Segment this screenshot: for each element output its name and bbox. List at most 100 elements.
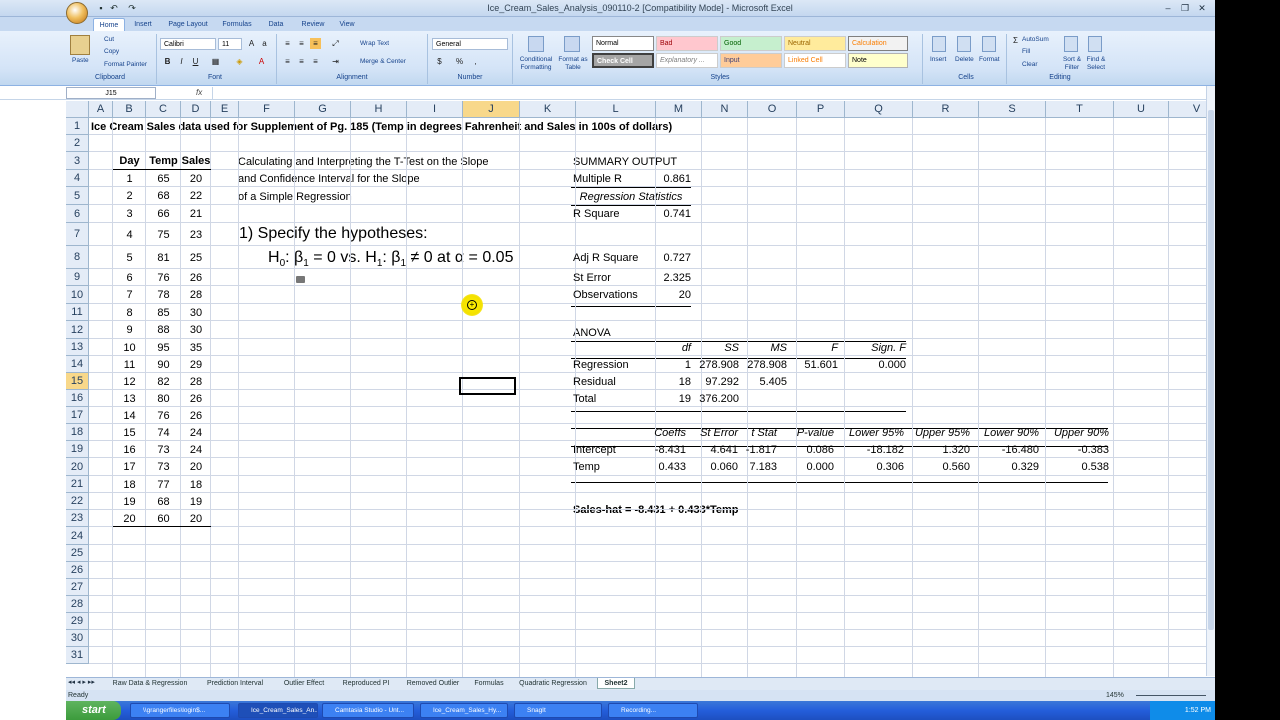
row-header-14[interactable]: 14: [66, 356, 89, 373]
align-left-icon[interactable]: ≡: [282, 56, 293, 67]
tab-formulas[interactable]: Formulas: [218, 18, 256, 31]
conditional-formatting-icon[interactable]: [528, 36, 544, 52]
row-header-5[interactable]: 5: [66, 187, 89, 205]
taskbar-item[interactable]: Ice_Cream_Sales_An...: [238, 703, 318, 718]
style-good[interactable]: Good: [720, 36, 782, 51]
row-header-27[interactable]: 27: [66, 579, 89, 596]
row-header-9[interactable]: 9: [66, 269, 89, 286]
row-header-3[interactable]: 3: [66, 152, 89, 170]
column-header-i[interactable]: I: [407, 101, 463, 118]
sheet-tab-prediction-interval[interactable]: Prediction Interval: [199, 678, 271, 689]
row-header-1[interactable]: 1: [66, 118, 89, 135]
comma-icon[interactable]: ,: [470, 56, 481, 67]
align-middle-icon[interactable]: ≡: [296, 38, 307, 49]
italic-icon[interactable]: I: [176, 56, 187, 67]
row-header-22[interactable]: 22: [66, 493, 89, 510]
close-icon[interactable]: ✕: [1194, 2, 1210, 15]
column-header-r[interactable]: R: [913, 101, 979, 118]
column-header-a[interactable]: A: [89, 101, 113, 118]
row-header-2[interactable]: 2: [66, 135, 89, 152]
column-header-l[interactable]: L: [576, 101, 656, 118]
fill-color-icon[interactable]: ◈: [234, 56, 245, 67]
insert-cells-icon[interactable]: [932, 36, 946, 52]
wrap-text-button[interactable]: Wrap Text: [360, 40, 389, 48]
delete-cells-icon[interactable]: [957, 36, 971, 52]
grow-font-icon[interactable]: A: [246, 38, 257, 49]
clear-button[interactable]: Clear: [1022, 61, 1038, 69]
insert-cells-button[interactable]: Insert: [930, 56, 946, 64]
tab-review[interactable]: Review: [297, 18, 329, 31]
row-header-23[interactable]: 23: [66, 510, 89, 527]
tab-home[interactable]: Home: [93, 18, 125, 31]
tab-insert[interactable]: Insert: [128, 18, 158, 31]
find-select-icon[interactable]: [1088, 36, 1102, 52]
column-header-c[interactable]: C: [146, 101, 181, 118]
row-header-30[interactable]: 30: [66, 630, 89, 647]
column-header-s[interactable]: S: [979, 101, 1046, 118]
redo-icon[interactable]: ↷: [126, 2, 138, 14]
name-box[interactable]: J15: [66, 87, 156, 99]
sheet-tab-removed-outlier[interactable]: Removed Outlier: [401, 678, 465, 689]
font-size-select[interactable]: 11: [218, 38, 242, 50]
style-input[interactable]: Input: [720, 53, 782, 68]
column-header-v[interactable]: V: [1169, 101, 1206, 118]
row-header-29[interactable]: 29: [66, 613, 89, 630]
format-cells-icon[interactable]: [982, 36, 996, 52]
format-as-table-button[interactable]: Format as Table: [556, 56, 590, 72]
row-header-10[interactable]: 10: [66, 286, 89, 304]
column-header-m[interactable]: M: [656, 101, 702, 118]
sheet-tab-raw-data-regression[interactable]: Raw Data & Regression: [107, 678, 193, 689]
restore-icon[interactable]: ❐: [1177, 2, 1193, 15]
sheet-tab-formulas[interactable]: Formulas: [470, 678, 508, 689]
column-header-n[interactable]: N: [702, 101, 748, 118]
style-linked-cell[interactable]: Linked Cell: [784, 53, 846, 68]
row-header-12[interactable]: 12: [66, 321, 89, 339]
orientation-icon[interactable]: ⤢: [330, 38, 341, 49]
row-header-24[interactable]: 24: [66, 527, 89, 545]
paste-button[interactable]: Paste: [72, 57, 89, 65]
align-bottom-icon[interactable]: ≡: [310, 38, 321, 49]
row-header-4[interactable]: 4: [66, 170, 89, 187]
style-normal[interactable]: Normal: [592, 36, 654, 51]
sort-filter-icon[interactable]: [1064, 36, 1078, 52]
tab-view[interactable]: View: [334, 18, 360, 31]
conditional-formatting-button[interactable]: Conditional Formatting: [516, 56, 556, 72]
tab-page-layout[interactable]: Page Layout: [163, 18, 213, 31]
sheet-tab-sheet2[interactable]: Sheet2: [597, 678, 635, 689]
taskbar-item[interactable]: SnagIt: [514, 703, 602, 718]
font-name-select[interactable]: Calibri: [160, 38, 216, 50]
start-button[interactable]: start: [66, 701, 121, 720]
row-header-25[interactable]: 25: [66, 545, 89, 562]
border-icon[interactable]: ▦: [210, 56, 221, 67]
copy-button[interactable]: Copy: [104, 48, 119, 56]
zoom-slider[interactable]: [1136, 695, 1206, 696]
taskbar-item[interactable]: \\grangerfiles\login$...: [130, 703, 230, 718]
sheet-tab-quadratic-regression[interactable]: Quadratic Regression: [514, 678, 592, 689]
row-header-21[interactable]: 21: [66, 476, 89, 493]
indent-icon[interactable]: ⇥: [330, 56, 341, 67]
column-header-p[interactable]: P: [797, 101, 845, 118]
select-all-corner[interactable]: [66, 101, 89, 118]
align-right-icon[interactable]: ≡: [310, 56, 321, 67]
style-note[interactable]: Note: [848, 53, 908, 68]
formula-input[interactable]: [212, 87, 1202, 99]
sheet-tab-outlier-effect[interactable]: Outlier Effect: [277, 678, 331, 689]
tab-data[interactable]: Data: [262, 18, 290, 31]
zoom-level[interactable]: 145%: [1106, 690, 1124, 701]
format-cells-button[interactable]: Format: [979, 56, 1000, 64]
font-color-icon[interactable]: A: [256, 56, 267, 67]
row-header-28[interactable]: 28: [66, 596, 89, 613]
row-header-11[interactable]: 11: [66, 304, 89, 321]
column-header-u[interactable]: U: [1114, 101, 1169, 118]
style-calculation[interactable]: Calculation: [848, 36, 908, 51]
shrink-font-icon[interactable]: a: [259, 38, 270, 49]
column-header-d[interactable]: D: [181, 101, 211, 118]
row-header-18[interactable]: 18: [66, 424, 89, 441]
style-bad[interactable]: Bad: [656, 36, 718, 51]
cut-button[interactable]: Cut: [104, 36, 114, 44]
row-header-26[interactable]: 26: [66, 562, 89, 579]
column-header-q[interactable]: Q: [845, 101, 913, 118]
fx-icon[interactable]: fx: [196, 88, 202, 97]
vertical-scrollbar[interactable]: [1206, 86, 1215, 676]
row-header-15[interactable]: 15: [66, 373, 89, 390]
